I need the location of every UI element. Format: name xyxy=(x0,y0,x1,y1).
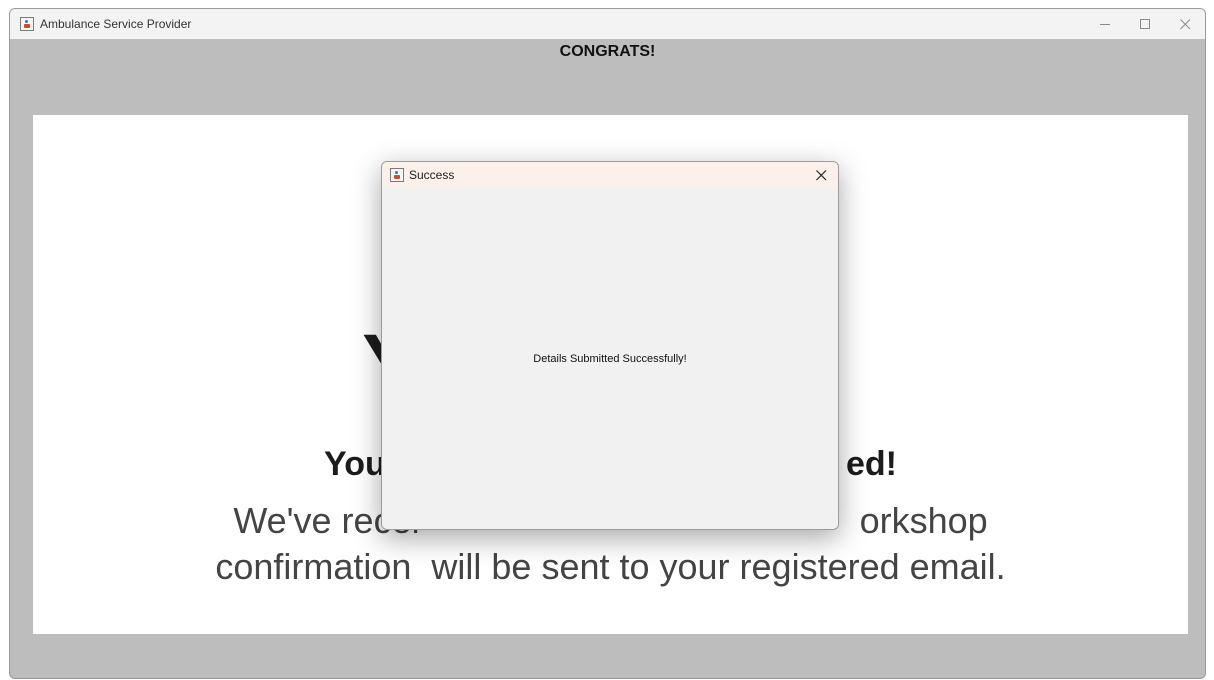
success-dialog: Success Details Submitted Successfully! xyxy=(381,161,839,530)
minimize-icon xyxy=(1099,23,1110,25)
maximize-icon xyxy=(1139,18,1150,29)
window-controls xyxy=(1085,9,1205,39)
java-app-icon xyxy=(20,17,34,31)
body-line-1-right: orkshop xyxy=(859,500,988,541)
minimize-button[interactable] xyxy=(1085,9,1125,39)
maximize-button[interactable] xyxy=(1125,9,1165,39)
java-app-icon xyxy=(390,168,404,182)
dialog-title: Success xyxy=(409,168,455,182)
dialog-titlebar[interactable]: Success xyxy=(382,162,838,188)
close-icon xyxy=(815,169,826,180)
close-button[interactable] xyxy=(1165,9,1205,39)
congrats-heading: CONGRATS! xyxy=(559,43,656,60)
window-title: Ambulance Service Provider xyxy=(40,17,192,31)
window-titlebar[interactable]: Ambulance Service Provider xyxy=(10,9,1205,39)
sub-headline-right: ed! xyxy=(845,445,897,483)
body-line-2: confirmation will be sent to your regist… xyxy=(215,546,1006,587)
dialog-message: Details Submitted Successfully! xyxy=(533,353,687,365)
close-icon xyxy=(1179,18,1190,29)
dialog-close-button[interactable] xyxy=(812,166,830,184)
